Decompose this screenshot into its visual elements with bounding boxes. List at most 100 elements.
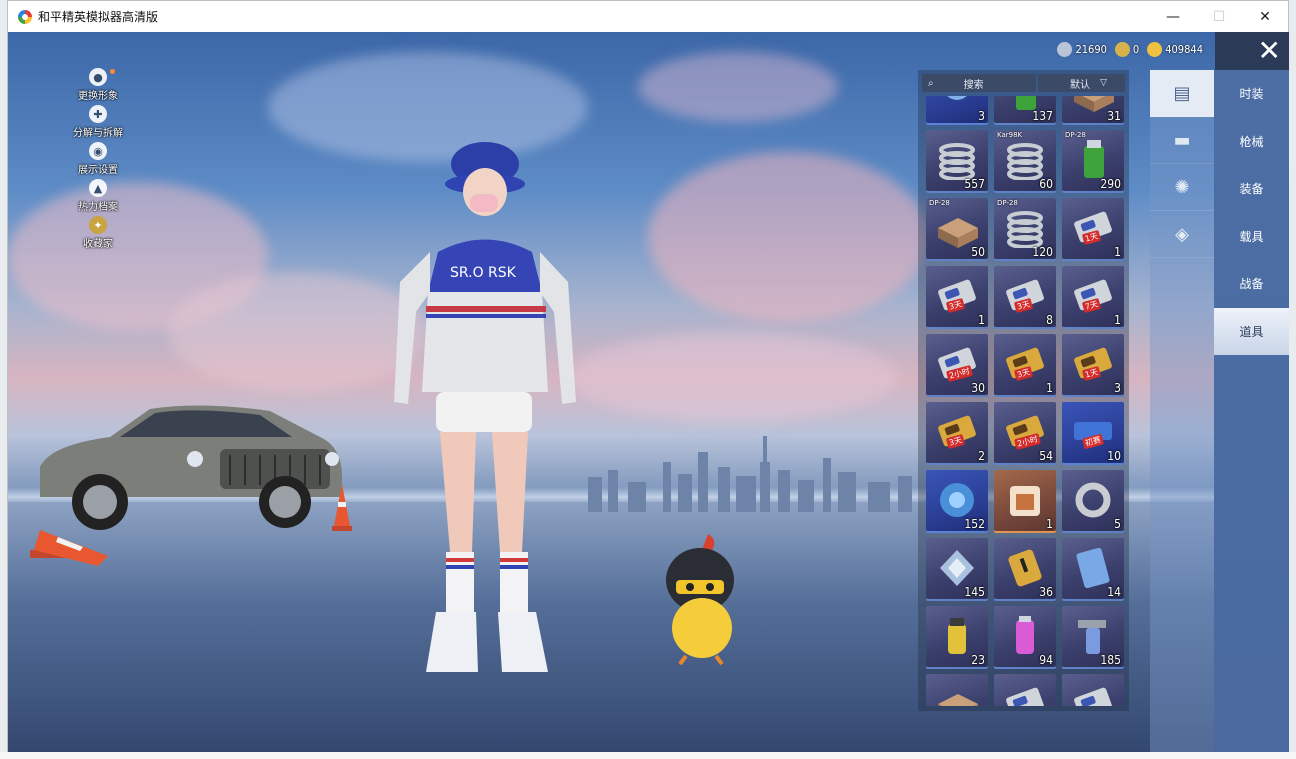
inventory-slot[interactable]: 3 (926, 96, 988, 125)
inventory-slot[interactable]: 185 (1062, 606, 1124, 669)
inventory-slot[interactable] (926, 674, 988, 706)
sort-label: 默认 (1070, 79, 1090, 91)
inventory-slot[interactable]: 3天 1 (926, 266, 988, 329)
inventory-slot[interactable]: 2小时 30 (926, 334, 988, 397)
desktop-strip (0, 752, 1296, 759)
item-quantity: 54 (1039, 449, 1053, 463)
sort-dropdown[interactable]: 默认 ▽ (1038, 74, 1125, 92)
inventory-slot[interactable]: 1天 3 (1062, 334, 1124, 397)
close-window-button[interactable]: ✕ (1242, 1, 1288, 32)
inventory-slot[interactable]: 1天 1 (1062, 198, 1124, 261)
player-character[interactable]: SR.O RSK (380, 132, 590, 672)
inventory-slot[interactable]: 3天 8 (994, 266, 1056, 329)
category-tab[interactable]: 枪械 (1214, 118, 1289, 166)
item-quantity: 31 (1107, 109, 1121, 123)
traffic-cone (332, 484, 352, 531)
currency-bar: 21690 0 409844 (1057, 42, 1203, 57)
item-quantity: 60 (1039, 177, 1053, 191)
coupon-icon (1114, 42, 1130, 57)
collector-badge-icon: ✦ (89, 216, 107, 234)
svg-text:SR.O RSK: SR.O RSK (450, 265, 517, 281)
inventory-slot[interactable]: 557 (926, 130, 988, 193)
inventory-slot[interactable]: 1 (994, 470, 1056, 533)
subcategory-tab[interactable]: ◈ (1150, 211, 1214, 258)
coupon-currency[interactable]: 0 (1114, 42, 1140, 57)
category-tab[interactable]: 道具 (1214, 307, 1289, 355)
briefcase-icon: ▬ (1173, 129, 1191, 151)
change-appearance-button[interactable]: ● 更换形象 (70, 68, 126, 105)
inventory-slot[interactable]: 94 (994, 606, 1056, 669)
goldtag-item-icon (1008, 549, 1042, 587)
search-input[interactable]: ⌕ 搜索 (922, 74, 1036, 92)
inventory-slot[interactable]: 2小时 54 (994, 402, 1056, 465)
item-quantity: 557 (964, 177, 985, 191)
ticket-icon: ◈ (1175, 223, 1189, 245)
item-quantity: 145 (964, 585, 985, 599)
burst-icon: ✺ (1174, 176, 1190, 198)
ring-item-icon (1075, 482, 1111, 518)
item-quantity: 120 (1032, 245, 1053, 259)
category-tab[interactable]: 载具 (1214, 213, 1289, 261)
item-quantity: 10 (1107, 449, 1121, 463)
inventory-slot[interactable]: 137 (994, 96, 1056, 125)
inventory-slot[interactable]: 5 (1062, 470, 1124, 533)
spray-item-icon (1016, 616, 1034, 654)
search-icon: ⌕ (928, 77, 934, 89)
spraygun-item-icon (1078, 620, 1106, 654)
cloud (638, 52, 838, 122)
inventory-slot[interactable]: Kar98K 60 (994, 130, 1056, 193)
inventory-slot[interactable] (994, 674, 1056, 706)
category-tab[interactable]: 时装 (1214, 70, 1289, 118)
subcategory-tab[interactable]: ✺ (1150, 164, 1214, 211)
close-icon: ✕ (1257, 34, 1281, 67)
item-quantity: 36 (1039, 585, 1053, 599)
category-tab[interactable]: 装备 (1214, 165, 1289, 213)
title-bar[interactable]: 和平精英模拟器高清版 — ☐ ✕ (8, 1, 1288, 32)
display-settings-button[interactable]: ◉ 展示设置 (70, 142, 126, 179)
chest-item-icon (1010, 486, 1040, 516)
coupon-amount: 0 (1132, 43, 1140, 56)
inventory-slot[interactable]: 145 (926, 538, 988, 601)
emulator-window: 和平精英模拟器高清版 — ☐ ✕ SR.O RSK ● 更换形象 ✚ 分解与拆解… (7, 0, 1289, 752)
silver-currency[interactable]: 21690 (1057, 42, 1107, 57)
inventory-slot[interactable]: 36 (994, 538, 1056, 601)
item-quantity: 1 (1046, 381, 1053, 395)
minimize-button[interactable]: — (1150, 1, 1196, 32)
heat-archive-button[interactable]: ▲ 热力档案 (70, 179, 126, 216)
pet-chick[interactable] (656, 532, 746, 667)
inventory-slot[interactable]: 152 (926, 470, 988, 533)
inventory-slot[interactable]: DP-28 120 (994, 198, 1056, 261)
inventory-slot[interactable]: 3天 2 (926, 402, 988, 465)
eye-icon: ◉ (89, 142, 107, 160)
subcategory-tab[interactable]: ▬ (1150, 117, 1214, 164)
gold-coin-icon (1147, 42, 1163, 57)
item-quantity: 1 (1114, 313, 1121, 327)
inventory-slot[interactable]: 14 (1062, 538, 1124, 601)
inventory-slot[interactable]: 初赛 10 (1062, 402, 1124, 465)
city-skyline (588, 436, 912, 512)
inventory-slot[interactable]: 23 (926, 606, 988, 669)
close-panel-button[interactable]: ✕ (1215, 32, 1289, 70)
decompose-button[interactable]: ✚ 分解与拆解 (70, 105, 126, 142)
orb-item-icon (947, 96, 967, 100)
game-viewport[interactable]: SR.O RSK ● 更换形象 ✚ 分解与拆解 ◉ 展示设置 ▲ 热力档案 ✦ … (8, 32, 1289, 752)
inventory-slot[interactable]: 3天 1 (994, 334, 1056, 397)
cloud (568, 332, 898, 422)
inventory-slot[interactable] (1062, 674, 1124, 706)
maximize-button[interactable]: ☐ (1196, 1, 1242, 32)
category-tab[interactable]: 战备 (1214, 260, 1289, 308)
inventory-slot[interactable]: DP-28 50 (926, 198, 988, 261)
card-item-icon (1006, 687, 1044, 706)
subcategory-tab[interactable]: ▤ (1150, 70, 1214, 117)
gold-currency[interactable]: 409844 (1147, 42, 1203, 57)
collector-button[interactable]: ✦ 收藏家 (70, 216, 126, 253)
left-side-menu: ● 更换形象 ✚ 分解与拆解 ◉ 展示设置 ▲ 热力档案 ✦ 收藏家 (70, 68, 126, 253)
inventory-slot[interactable]: 7天 1 (1062, 266, 1124, 329)
inventory-slot[interactable]: DP-28 290 (1062, 130, 1124, 193)
item-quantity: 50 (971, 245, 985, 259)
display-settings-label: 展示设置 (78, 165, 118, 176)
item-grid[interactable]: 3 137 31 557 Kar98K 60 DP-28 290 DP-28 50 DP-28 120… (926, 96, 1126, 706)
card-icon: ▤ (1173, 82, 1191, 104)
inventory-slot[interactable]: 31 (1062, 96, 1124, 125)
app-logo-icon (18, 9, 32, 24)
